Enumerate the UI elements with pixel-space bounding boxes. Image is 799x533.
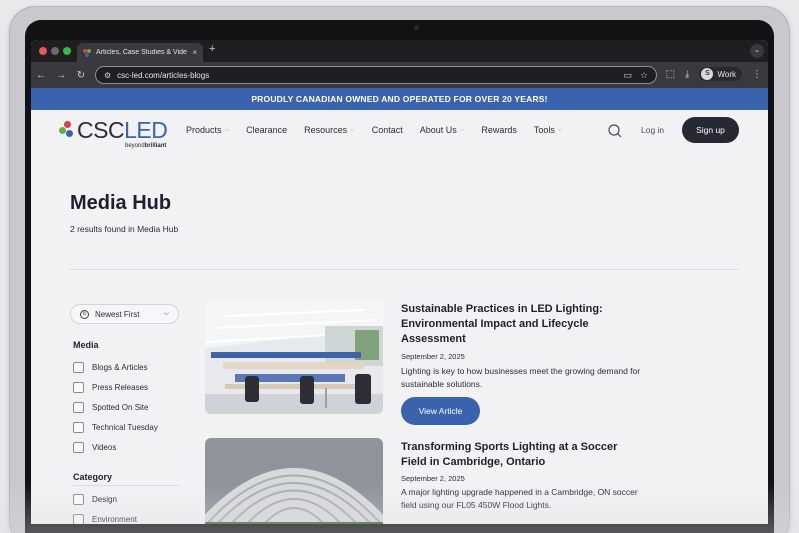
filter-heading-category: Category xyxy=(73,472,113,482)
browser-toolbar: ← → ↻ ⚙ csc-led.com/articles-blogs ▭ ☆ ⬚… xyxy=(31,62,768,88)
sort-selected-value: Newest First xyxy=(95,309,140,319)
nav-resources[interactable]: Resources ⌵ xyxy=(304,125,355,135)
profile-chip[interactable]: S Work xyxy=(699,67,742,81)
checkbox[interactable] xyxy=(73,514,84,524)
nav-products[interactable]: Products ⌵ xyxy=(186,125,229,135)
checkbox[interactable] xyxy=(73,494,84,505)
checkbox[interactable] xyxy=(73,362,84,373)
tab-close-icon[interactable]: × xyxy=(192,48,197,57)
chevron-down-icon: ⌵ xyxy=(163,310,169,317)
address-bar[interactable]: ⚙ csc-led.com/articles-blogs ▭ ☆ xyxy=(95,66,657,84)
browser-menu-icon[interactable]: ⋮ xyxy=(752,69,762,80)
url-text[interactable]: csc-led.com/articles-blogs xyxy=(117,71,615,80)
nav-clearance[interactable]: Clearance xyxy=(246,125,287,135)
chevron-down-icon: ⌵ xyxy=(224,126,230,133)
filter-option[interactable]: Technical Tuesday xyxy=(73,422,158,433)
checkbox[interactable] xyxy=(73,442,84,453)
tab-search-chevron-icon[interactable]: ⌄ xyxy=(750,44,764,58)
checkbox[interactable] xyxy=(73,402,84,413)
article-thumbnail[interactable] xyxy=(205,298,383,414)
article-title[interactable]: Sustainable Practices in LED Lighting: E… xyxy=(401,302,641,347)
view-article-button[interactable]: View Article xyxy=(401,397,480,425)
article-date: September 2, 2025 xyxy=(401,474,465,483)
screen: Articles, Case Studies & Vide × + ⌄ ← → … xyxy=(31,40,768,524)
chevron-down-icon: ⌵ xyxy=(459,126,465,133)
announcement-banner: PROUDLY CANADIAN OWNED AND OPERATED FOR … xyxy=(31,88,768,110)
bookmark-star-icon[interactable]: ☆ xyxy=(640,70,648,81)
chevron-down-icon: ⌵ xyxy=(350,126,355,133)
office-interior-image xyxy=(205,298,383,414)
site-logo[interactable]: CSCLED beyondbrilliant xyxy=(59,117,168,149)
browser-tab-active[interactable]: Articles, Case Studies & Vide × xyxy=(77,43,203,62)
filter-heading-media: Media xyxy=(73,340,99,350)
filter-option[interactable]: Design xyxy=(73,494,117,505)
window-minimize-button[interactable] xyxy=(51,47,59,55)
site-header: CSCLED beyondbrilliant Products ⌵ Clearan… xyxy=(31,110,768,152)
section-divider xyxy=(70,269,738,270)
results-count: 2 results found in Media Hub xyxy=(70,224,179,234)
checkbox[interactable] xyxy=(73,422,84,433)
new-tab-button[interactable]: + xyxy=(209,43,215,55)
signup-button[interactable]: Sign up xyxy=(682,117,739,143)
checkbox[interactable] xyxy=(73,382,84,393)
nav-contact[interactable]: Contact xyxy=(372,125,403,135)
nav-tools[interactable]: Tools ⌵ xyxy=(534,125,563,135)
back-arrow-icon[interactable]: ← xyxy=(31,70,51,81)
profile-name: Work xyxy=(717,69,736,79)
web-page: PROUDLY CANADIAN OWNED AND OPERATED FOR … xyxy=(31,88,768,524)
logo-wordmark: CSCLED xyxy=(77,117,168,143)
window-maximize-button[interactable] xyxy=(63,47,71,55)
sort-dropdown[interactable]: ⇅ Newest First ⌵ xyxy=(70,304,179,324)
article-excerpt: Lighting is key to how businesses meet t… xyxy=(401,366,641,389)
filter-option[interactable]: Environment xyxy=(73,514,137,524)
main-navigation: Products ⌵ Clearance Resources ⌵ Contact A… xyxy=(186,125,579,135)
filter-option[interactable]: Videos xyxy=(73,442,116,453)
soccer-dome-image xyxy=(205,438,383,524)
filter-option[interactable]: Blogs & Articles xyxy=(73,362,148,373)
nav-rewards[interactable]: Rewards xyxy=(481,125,517,135)
screen-bezel: Articles, Case Studies & Vide × + ⌄ ← → … xyxy=(25,20,774,533)
chevron-down-icon: ⌵ xyxy=(557,126,563,133)
forward-arrow-icon[interactable]: → xyxy=(51,70,71,81)
search-icon[interactable] xyxy=(607,123,623,139)
reload-icon[interactable]: ↻ xyxy=(71,70,91,81)
downloads-icon[interactable]: ⤓ xyxy=(685,69,689,80)
page-title: Media Hub xyxy=(70,192,172,214)
filter-divider xyxy=(73,485,179,486)
tab-title: Articles, Case Studies & Vide xyxy=(96,49,187,56)
filter-option[interactable]: Spotted On Site xyxy=(73,402,148,413)
laptop-frame: Articles, Case Studies & Vide × + ⌄ ← → … xyxy=(9,6,790,533)
article-excerpt: A major lighting upgrade happened in a C… xyxy=(401,487,638,510)
install-app-icon[interactable]: ▭ xyxy=(623,70,632,81)
browser-tab-strip: Articles, Case Studies & Vide × + ⌄ xyxy=(31,40,768,62)
article-thumbnail[interactable] xyxy=(205,438,383,524)
extensions-icon[interactable]: ⬚ xyxy=(666,69,675,80)
site-settings-icon[interactable]: ⚙ xyxy=(104,71,111,80)
article-date: September 2, 2025 xyxy=(401,352,465,361)
nav-about-us[interactable]: About Us ⌵ xyxy=(420,125,465,135)
profile-avatar: S xyxy=(701,68,714,80)
logo-tagline: beyondbrilliant xyxy=(125,143,167,149)
login-link[interactable]: Log in xyxy=(641,125,664,135)
article-title[interactable]: Transforming Sports Lighting at a Soccer… xyxy=(401,440,641,470)
filter-option[interactable]: Press Releases xyxy=(73,382,148,393)
logo-dots-icon xyxy=(59,121,75,139)
window-close-button[interactable] xyxy=(39,47,47,55)
favicon-icon xyxy=(83,48,91,57)
sort-icon: ⇅ xyxy=(80,309,89,319)
webcam xyxy=(414,25,419,30)
